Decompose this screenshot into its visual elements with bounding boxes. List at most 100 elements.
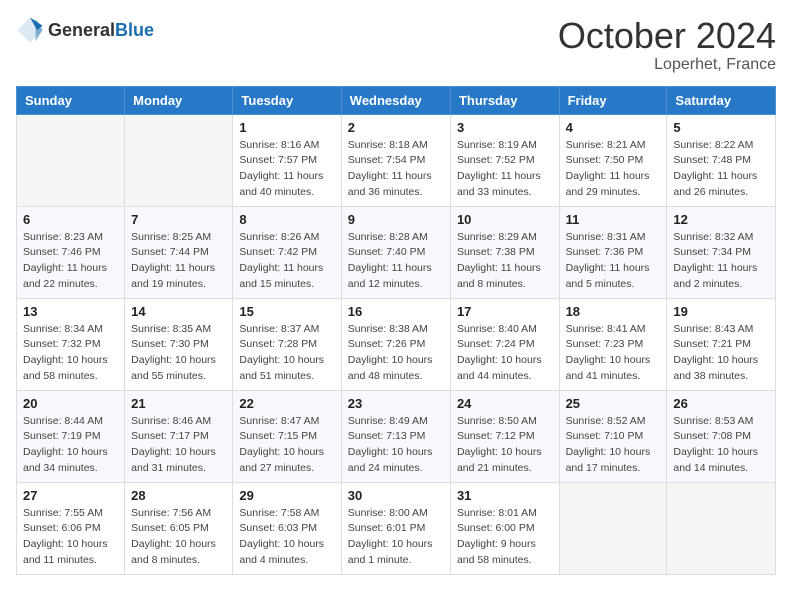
- calendar-cell: 4Sunrise: 8:21 AMSunset: 7:50 PMDaylight…: [559, 114, 667, 206]
- calendar-cell: 5 Sunrise: 8:22 AMSunset: 7:48 PMDaylight…: [667, 114, 776, 206]
- logo-general: General: [48, 20, 115, 40]
- col-header-friday: Friday: [559, 86, 667, 114]
- calendar-cell: 2 Sunrise: 8:18 AMSunset: 7:54 PMDaylight…: [341, 114, 450, 206]
- logo: GeneralBlue: [16, 16, 154, 44]
- calendar-header-row: SundayMondayTuesdayWednesdayThursdayFrid…: [17, 86, 776, 114]
- calendar-cell: 6Sunrise: 8:23 AMSunset: 7:46 PMDaylight…: [17, 206, 125, 298]
- calendar-week-row: 6Sunrise: 8:23 AMSunset: 7:46 PMDaylight…: [17, 206, 776, 298]
- calendar-cell: 26 Sunrise: 8:53 AMSunset: 7:08 PMDayligh…: [667, 390, 776, 482]
- day-info: Sunrise: 8:19 AMSunset: 7:52 PMDaylight:…: [457, 138, 553, 201]
- day-number: 12: [673, 212, 769, 227]
- day-info: Sunrise: 8:49 AMSunset: 7:13 PMDaylight:…: [348, 414, 444, 477]
- day-info: Sunrise: 8:00 AMSunset: 6:01 PMDaylight:…: [348, 506, 444, 569]
- day-number: 7: [131, 212, 226, 227]
- day-info: Sunrise: 8:25 AMSunset: 7:44 PMDaylight:…: [131, 230, 226, 293]
- calendar-week-row: 13 Sunrise: 8:34 AMSunset: 7:32 PMDayligh…: [17, 298, 776, 390]
- day-info: Sunrise: 8:22 AMSunset: 7:48 PMDaylight:…: [673, 138, 769, 201]
- calendar-cell: 30Sunrise: 8:00 AMSunset: 6:01 PMDayligh…: [341, 482, 450, 574]
- day-info: Sunrise: 8:31 AMSunset: 7:36 PMDaylight:…: [566, 230, 661, 293]
- calendar-cell: 25Sunrise: 8:52 AMSunset: 7:10 PMDayligh…: [559, 390, 667, 482]
- day-number: 28: [131, 488, 226, 503]
- day-info: Sunrise: 8:47 AMSunset: 7:15 PMDaylight:…: [239, 414, 334, 477]
- calendar-cell: 20Sunrise: 8:44 AMSunset: 7:19 PMDayligh…: [17, 390, 125, 482]
- day-info: Sunrise: 8:32 AMSunset: 7:34 PMDaylight:…: [673, 230, 769, 293]
- day-info: Sunrise: 8:29 AMSunset: 7:38 PMDaylight:…: [457, 230, 553, 293]
- calendar-week-row: 20Sunrise: 8:44 AMSunset: 7:19 PMDayligh…: [17, 390, 776, 482]
- day-info: Sunrise: 8:26 AMSunset: 7:42 PMDaylight:…: [239, 230, 334, 293]
- day-number: 31: [457, 488, 553, 503]
- day-info: Sunrise: 8:18 AMSunset: 7:54 PMDaylight:…: [348, 138, 444, 201]
- day-info: Sunrise: 8:53 AMSunset: 7:08 PMDaylight:…: [673, 414, 769, 477]
- day-number: 18: [566, 304, 661, 319]
- col-header-tuesday: Tuesday: [233, 86, 341, 114]
- calendar-cell: 12 Sunrise: 8:32 AMSunset: 7:34 PMDayligh…: [667, 206, 776, 298]
- day-number: 11: [566, 212, 661, 227]
- calendar-cell: 22 Sunrise: 8:47 AMSunset: 7:15 PMDayligh…: [233, 390, 341, 482]
- calendar-cell: 18 Sunrise: 8:41 AMSunset: 7:23 PMDayligh…: [559, 298, 667, 390]
- calendar-cell: 23 Sunrise: 8:49 AMSunset: 7:13 PMDayligh…: [341, 390, 450, 482]
- day-number: 21: [131, 396, 226, 411]
- day-number: 29: [239, 488, 334, 503]
- col-header-thursday: Thursday: [450, 86, 559, 114]
- col-header-saturday: Saturday: [667, 86, 776, 114]
- day-number: 24: [457, 396, 553, 411]
- calendar-cell: 8 Sunrise: 8:26 AMSunset: 7:42 PMDaylight…: [233, 206, 341, 298]
- day-number: 3: [457, 120, 553, 135]
- calendar-cell: 13 Sunrise: 8:34 AMSunset: 7:32 PMDayligh…: [17, 298, 125, 390]
- day-info: Sunrise: 8:46 AMSunset: 7:17 PMDaylight:…: [131, 414, 226, 477]
- calendar-cell: 10 Sunrise: 8:29 AMSunset: 7:38 PMDayligh…: [450, 206, 559, 298]
- calendar-cell: 1Sunrise: 8:16 AMSunset: 7:57 PMDaylight…: [233, 114, 341, 206]
- day-number: 17: [457, 304, 553, 319]
- location-title: Loperhet, France: [558, 56, 776, 74]
- day-number: 2: [348, 120, 444, 135]
- calendar-cell: [125, 114, 233, 206]
- calendar-cell: 19Sunrise: 8:43 AMSunset: 7:21 PMDayligh…: [667, 298, 776, 390]
- day-info: Sunrise: 7:58 AMSunset: 6:03 PMDaylight:…: [239, 506, 334, 569]
- day-number: 22: [239, 396, 334, 411]
- calendar-cell: 17Sunrise: 8:40 AMSunset: 7:24 PMDayligh…: [450, 298, 559, 390]
- day-number: 13: [23, 304, 118, 319]
- day-number: 10: [457, 212, 553, 227]
- logo-blue: Blue: [115, 20, 154, 40]
- calendar-cell: 29 Sunrise: 7:58 AMSunset: 6:03 PMDayligh…: [233, 482, 341, 574]
- calendar-cell: 3 Sunrise: 8:19 AMSunset: 7:52 PMDaylight…: [450, 114, 559, 206]
- col-header-monday: Monday: [125, 86, 233, 114]
- logo-icon: [16, 16, 44, 44]
- title-block: October 2024 Loperhet, France: [558, 16, 776, 74]
- day-number: 8: [239, 212, 334, 227]
- day-number: 16: [348, 304, 444, 319]
- day-number: 5: [673, 120, 769, 135]
- day-number: 4: [566, 120, 661, 135]
- calendar-cell: 24 Sunrise: 8:50 AMSunset: 7:12 PMDayligh…: [450, 390, 559, 482]
- day-info: Sunrise: 8:41 AMSunset: 7:23 PMDaylight:…: [566, 322, 661, 385]
- day-info: Sunrise: 8:34 AMSunset: 7:32 PMDaylight:…: [23, 322, 118, 385]
- logo-text: GeneralBlue: [48, 20, 154, 41]
- calendar-cell: 16 Sunrise: 8:38 AMSunset: 7:26 PMDayligh…: [341, 298, 450, 390]
- day-info: Sunrise: 8:52 AMSunset: 7:10 PMDaylight:…: [566, 414, 661, 477]
- day-number: 27: [23, 488, 118, 503]
- day-number: 23: [348, 396, 444, 411]
- day-info: Sunrise: 8:16 AMSunset: 7:57 PMDaylight:…: [239, 138, 334, 201]
- day-info: Sunrise: 8:38 AMSunset: 7:26 PMDaylight:…: [348, 322, 444, 385]
- calendar-cell: 7 Sunrise: 8:25 AMSunset: 7:44 PMDaylight…: [125, 206, 233, 298]
- day-info: Sunrise: 8:43 AMSunset: 7:21 PMDaylight:…: [673, 322, 769, 385]
- day-number: 9: [348, 212, 444, 227]
- col-header-sunday: Sunday: [17, 86, 125, 114]
- day-info: Sunrise: 7:55 AMSunset: 6:06 PMDaylight:…: [23, 506, 118, 569]
- calendar-cell: 21 Sunrise: 8:46 AMSunset: 7:17 PMDayligh…: [125, 390, 233, 482]
- day-info: Sunrise: 8:01 AMSunset: 6:00 PMDaylight:…: [457, 506, 553, 569]
- day-number: 6: [23, 212, 118, 227]
- day-number: 26: [673, 396, 769, 411]
- calendar-cell: [17, 114, 125, 206]
- day-info: Sunrise: 8:44 AMSunset: 7:19 PMDaylight:…: [23, 414, 118, 477]
- calendar-cell: [667, 482, 776, 574]
- calendar-cell: 15Sunrise: 8:37 AMSunset: 7:28 PMDayligh…: [233, 298, 341, 390]
- day-number: 15: [239, 304, 334, 319]
- calendar-cell: [559, 482, 667, 574]
- calendar-cell: 11 Sunrise: 8:31 AMSunset: 7:36 PMDayligh…: [559, 206, 667, 298]
- day-info: Sunrise: 8:28 AMSunset: 7:40 PMDaylight:…: [348, 230, 444, 293]
- day-info: Sunrise: 8:50 AMSunset: 7:12 PMDaylight:…: [457, 414, 553, 477]
- calendar-week-row: 1Sunrise: 8:16 AMSunset: 7:57 PMDaylight…: [17, 114, 776, 206]
- calendar-cell: 14Sunrise: 8:35 AMSunset: 7:30 PMDayligh…: [125, 298, 233, 390]
- calendar-week-row: 27 Sunrise: 7:55 AMSunset: 6:06 PMDayligh…: [17, 482, 776, 574]
